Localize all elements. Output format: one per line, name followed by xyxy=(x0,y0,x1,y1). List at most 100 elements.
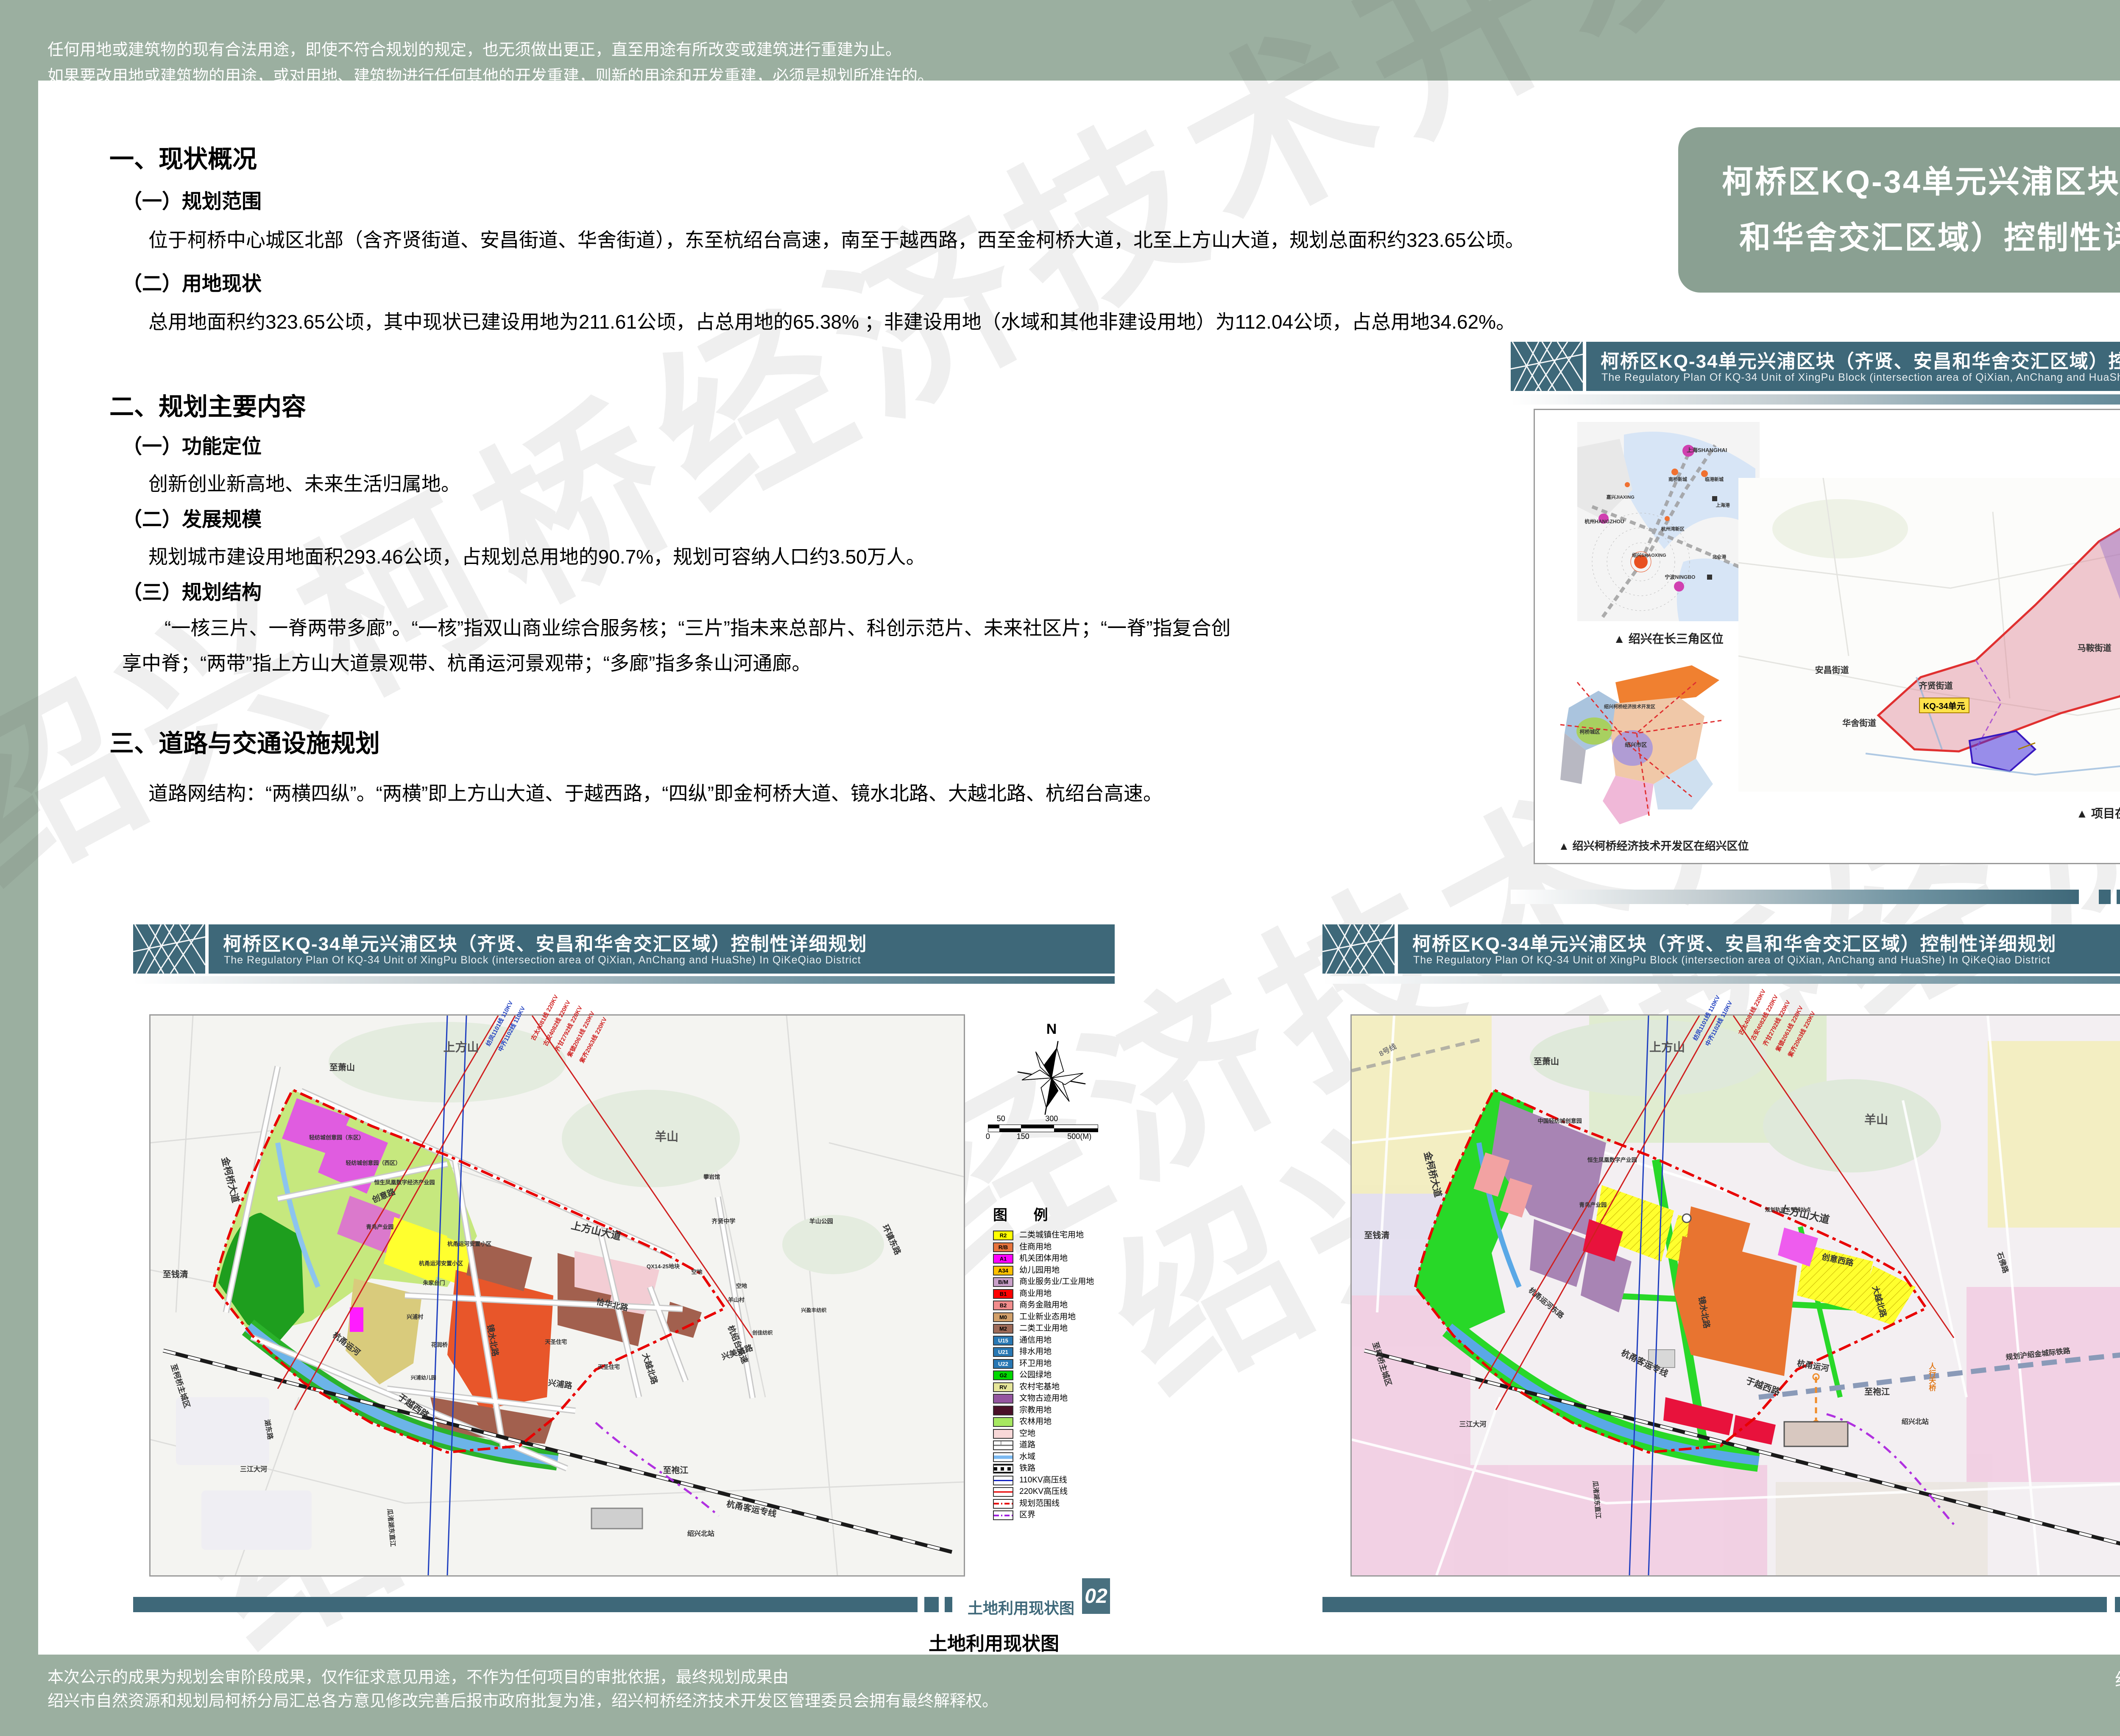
map-label: 北仑港 xyxy=(1712,553,1726,560)
legend-row: M0 工业新业态用地 xyxy=(993,1312,1094,1323)
section-1-sub-2: （二）用地现状 xyxy=(122,267,262,296)
legend-label: 住商用地 xyxy=(1019,1243,1052,1251)
planning-panel-subtitle: The Regulatory Plan Of KQ-34 Unit of Xin… xyxy=(1413,954,2050,966)
section-2-par-2: 规划城市建设用地面积293.46公顷，占规划总用地的90.7%，规划可容纳人口约… xyxy=(148,539,926,575)
current-land-use-map: 上方山羊山至萧山至钱清至柯桥主城区至袍江上方山大道金柯桥大道创意路镜水北路恰华北… xyxy=(149,1014,965,1577)
section-2-sub-3: （三）规划结构 xyxy=(122,576,262,605)
legend-row: 水域 xyxy=(993,1451,1094,1463)
current-panel-header: 柯桥区KQ-34单元兴浦区块（齐贤、安昌和华舍交汇区域）控制性详细规划 The … xyxy=(133,924,1115,974)
map-label: 柯桥城区 xyxy=(1580,728,1600,735)
top-notice-line1: 任何用地或建筑物的现有合法用途，即使不符合规划的规定，也无须做出更正，直至用途有… xyxy=(47,37,934,64)
legend-row: R/B 住商用地 xyxy=(993,1242,1094,1253)
planning-panel-header: 柯桥区KQ-34单元兴浦区块（齐贤、安昌和华舍交汇区域）控制性详细规划 The … xyxy=(1322,924,2120,974)
map-label: 华舍街道 xyxy=(1842,716,1876,728)
legend-row: A34 幼儿园用地 xyxy=(993,1265,1094,1277)
legend-label: 幼儿园用地 xyxy=(1019,1267,1060,1275)
planned-land-use-map: 上方山羊山8号线至萧山至钱清至柯桥主城区至袍江上方山大道金柯桥大道镜水北路创意西… xyxy=(1350,1014,2120,1577)
legend-label: 农村宅基地 xyxy=(1019,1383,1060,1391)
map-label: 嘉兴JIAXING xyxy=(1607,494,1635,500)
header-pattern-icon xyxy=(1511,342,1586,391)
map-label: 宁波NINGBO xyxy=(1665,573,1695,581)
map-label: 安昌街道 xyxy=(1815,663,1849,675)
section-1-heading: 一、现状概况 xyxy=(109,139,257,175)
legend-row: 区界 xyxy=(993,1510,1094,1521)
map-label: 上海SHANGHAI xyxy=(1687,446,1727,454)
legend-swatch xyxy=(993,1452,1013,1462)
legend-label: 二类工业用地 xyxy=(1019,1325,1068,1333)
legend-swatch xyxy=(993,1510,1013,1520)
legend-label: 道路 xyxy=(1019,1441,1035,1449)
top-notice: 任何用地或建筑物的现有合法用途，即使不符合规划的规定，也无须做出更正，直至用途有… xyxy=(47,37,934,89)
legend-row: A1 机关团体用地 xyxy=(993,1253,1094,1265)
section-1-par-1: 位于柯桥中心城区北部（含齐贤街道、安昌街道、华舍街道），东至杭绍台高速，南至于越… xyxy=(148,223,1525,258)
map-label: 杭州湾新区 xyxy=(1661,525,1685,532)
legend-swatch xyxy=(993,1440,1013,1450)
section-2-par-1: 创新创业新高地、未来生活归属地。 xyxy=(148,466,460,502)
legend-swatch xyxy=(993,1417,1013,1427)
map-label: 齐贤街道 xyxy=(1919,679,1953,691)
legend-swatch: A34 xyxy=(993,1266,1013,1275)
caption-square xyxy=(924,1597,939,1612)
footer-line2: 绍兴市自然资源和规划局柯桥分局汇总各方意见修改完善后报市政府批复为准，绍兴柯桥经… xyxy=(47,1688,998,1711)
current-panel-subtitle: The Regulatory Plan Of KQ-34 Unit of Xin… xyxy=(224,954,861,966)
header-pattern-icon xyxy=(133,924,209,974)
location-map-box: 上海SHANGHAI南桥新城临港新城嘉兴JIAXING上海港杭州HANGZHOU… xyxy=(1534,409,2120,864)
header-pattern-icon xyxy=(1322,924,1398,974)
map-label: 绍兴柯桥经济技术开发区 xyxy=(1604,703,1655,710)
legend-swatch xyxy=(993,1429,1013,1439)
scale-label: 500(M) xyxy=(1067,1132,1091,1141)
legend-swatch: B/M xyxy=(993,1277,1013,1287)
legend-row: R2 二类城镇住宅用地 xyxy=(993,1230,1094,1242)
map-label: 临港新城 xyxy=(1705,476,1724,483)
public-notice-title-line2: 和华舍交汇区域）控制性详细规划公示 xyxy=(1739,210,2120,266)
legend-label: 二类城镇住宅用地 xyxy=(1019,1231,1084,1239)
legend-label: 规划范围线 xyxy=(1019,1500,1060,1508)
legend-label: 排水用地 xyxy=(1019,1348,1052,1356)
page: 绍兴柯桥经济技术开发区管理委员会规划公示专用图 绍兴柯桥经济技术开发区管理委员会… xyxy=(0,0,2120,1736)
current-caption-bar xyxy=(133,1597,918,1612)
location-panel-header: 柯桥区KQ-34单元兴浦区块（齐贤、安昌和华舍交汇区域）控制性详细规划 The … xyxy=(1511,342,2120,391)
legend-swatch: M0 xyxy=(993,1312,1013,1322)
section-1-sub-1: （一）规划范围 xyxy=(122,185,262,214)
legend-label: 水域 xyxy=(1019,1453,1035,1461)
legend-swatch xyxy=(993,1464,1013,1474)
legend-swatch: B1 xyxy=(993,1289,1013,1299)
legend-swatch: A1 xyxy=(993,1254,1013,1264)
map-label: KQ-34单元 xyxy=(1919,698,1969,713)
location-panel-subtitle: The Regulatory Plan Of KQ-34 Unit of Xin… xyxy=(1601,371,2120,384)
legend-swatch xyxy=(993,1476,1013,1485)
location-caption-bar xyxy=(1511,890,2079,904)
map-label: 绍兴市区 xyxy=(1625,740,1647,748)
location-gradient-bar xyxy=(1511,394,2120,405)
legend-row: 道路 xyxy=(993,1440,1094,1451)
legend-row: 宗教用地 xyxy=(993,1405,1094,1417)
planning-panel-title: 柯桥区KQ-34单元兴浦区块（齐贤、安昌和华舍交汇区域）控制性详细规划 xyxy=(1412,929,2057,956)
map-label: 马鞍街道 xyxy=(2078,641,2112,653)
current-tag: 土地利用现状图 xyxy=(968,1596,1074,1618)
planning-gradient-bar xyxy=(1322,976,2120,984)
legend-label: 区界 xyxy=(1019,1511,1035,1519)
legend-row: 铁路 xyxy=(993,1463,1094,1475)
legend-label: 机关团体用地 xyxy=(1019,1255,1068,1263)
section-2-heading: 二、规划主要内容 xyxy=(109,387,306,422)
scale-bar: 50 300 0 150 500(M) xyxy=(988,1125,1098,1132)
legend-label: 空地 xyxy=(1019,1430,1035,1438)
legend-label: 农林用地 xyxy=(1019,1418,1052,1426)
legend-swatch: R2 xyxy=(993,1231,1013,1240)
legend-label: 110KV高压线 xyxy=(1019,1476,1067,1485)
map-label: 绍兴SHAOXING xyxy=(1632,552,1666,558)
legend-swatch: RV xyxy=(993,1382,1013,1392)
footer-org: 绍兴柯桥经济技术开发区管理委员会 xyxy=(2115,1666,2120,1691)
planning-map-powerline-labels: 纺凤1101线 110KV中齐1102线 110KV古太4081线 220KV古… xyxy=(1352,1016,2120,1575)
caption-square xyxy=(945,1597,952,1612)
legend-label: 工业新业态用地 xyxy=(1019,1313,1076,1321)
delta-map-caption: ▲ 绍兴在长三角区位 xyxy=(1573,630,1764,647)
legend-row: B2 商务金融用地 xyxy=(993,1300,1094,1312)
legend-row: B/M 商业服务业/工业用地 xyxy=(993,1276,1094,1288)
legend-row: U22 环卫用地 xyxy=(993,1358,1094,1370)
legend-row: 农林用地 xyxy=(993,1416,1094,1428)
section-3-par-1: 道路网结构：“两横四纵”。“两横”即上方山大道、于越西路，“四纵”即金柯桥大道、… xyxy=(148,776,1163,811)
scale-label: 0 xyxy=(986,1132,990,1141)
compass-n-label: N xyxy=(1013,1021,1090,1038)
legend-swatch: U21 xyxy=(993,1347,1013,1357)
